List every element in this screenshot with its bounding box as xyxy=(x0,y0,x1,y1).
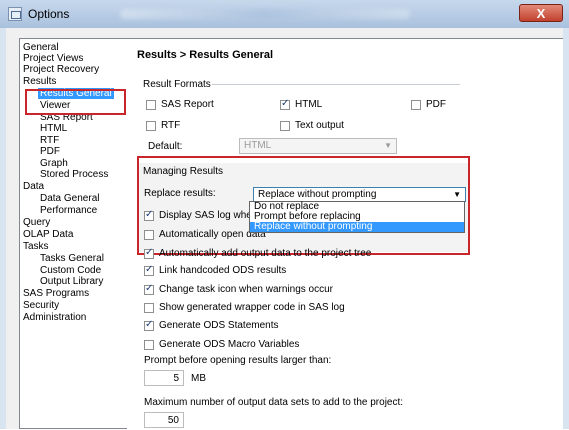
generate-ods-macro-checkbox[interactable]: Generate ODS Macro Variables xyxy=(144,339,299,350)
page-title: Results > Results General xyxy=(137,49,274,61)
default-format-label: Default: xyxy=(148,141,183,152)
nav-item-performance[interactable]: Performance xyxy=(40,205,97,216)
pdf-checkbox-label: PDF xyxy=(426,99,446,110)
auto-add-output-checkbox-label: Automatically add output data to the pro… xyxy=(159,248,372,259)
auto-add-output-checkbox[interactable]: Automatically add output data to the pro… xyxy=(144,247,372,259)
nav-item-tasks[interactable]: Tasks xyxy=(23,241,49,252)
results-general-highlight xyxy=(25,89,126,115)
result-formats-label: Result Formats xyxy=(143,79,211,90)
change-task-icon-checkbox[interactable]: Change task icon when warnings occur xyxy=(144,283,333,295)
show-wrapper-code-checkbox-box[interactable] xyxy=(144,302,154,313)
managing-results-highlight xyxy=(137,156,470,255)
html-checkbox[interactable]: HTML xyxy=(280,98,323,110)
nav-item-results[interactable]: Results xyxy=(23,76,56,87)
change-task-icon-checkbox-label: Change task icon when warnings occur xyxy=(159,284,333,295)
default-format-select[interactable]: HTML ▼ xyxy=(239,138,397,154)
title-bar-blur xyxy=(120,9,410,19)
default-format-value: HTML xyxy=(244,140,272,151)
nav-item-stored-process[interactable]: Stored Process xyxy=(40,169,108,180)
nav-item-sas-programs[interactable]: SAS Programs xyxy=(23,288,89,299)
nav-item-query[interactable]: Query xyxy=(23,217,50,228)
link-ods-results-checkbox-label: Link handcoded ODS results xyxy=(159,265,287,276)
nav-item-data-general[interactable]: Data General xyxy=(40,193,99,204)
prompt-size-input[interactable]: 5 xyxy=(144,370,184,386)
rtf-checkbox-box[interactable] xyxy=(146,120,156,131)
nav-item-olap-data[interactable]: OLAP Data xyxy=(23,229,73,240)
rtf-checkbox[interactable]: RTF xyxy=(146,120,180,131)
html-checkbox-label: HTML xyxy=(295,99,323,110)
generate-ods-macro-checkbox-box[interactable] xyxy=(144,339,154,350)
html-checkbox-box[interactable] xyxy=(280,98,290,110)
prompt-size-unit: MB xyxy=(191,373,206,384)
sas-report-checkbox-box[interactable] xyxy=(146,99,156,110)
link-ods-results-checkbox-box[interactable] xyxy=(144,264,154,276)
nav-item-tasks-general[interactable]: Tasks General xyxy=(40,253,104,264)
nav-item-administration[interactable]: Administration xyxy=(23,312,86,323)
show-wrapper-code-checkbox[interactable]: Show generated wrapper code in SAS log xyxy=(144,302,345,313)
generate-ods-statements-checkbox[interactable]: Generate ODS Statements xyxy=(144,319,279,331)
sas-report-checkbox-label: SAS Report xyxy=(161,99,214,110)
rtf-checkbox-label: RTF xyxy=(161,120,181,131)
window-title: Options xyxy=(28,7,70,21)
pdf-checkbox[interactable]: PDF xyxy=(411,99,446,110)
close-button[interactable]: X xyxy=(519,4,563,22)
nav-item-data[interactable]: Data xyxy=(23,181,44,192)
nav-item-custom-code[interactable]: Custom Code xyxy=(40,265,101,276)
nav-item-project-views[interactable]: Project Views xyxy=(23,53,83,64)
result-formats-divider xyxy=(212,84,460,85)
generate-ods-macro-checkbox-label: Generate ODS Macro Variables xyxy=(159,339,300,350)
auto-add-output-checkbox-box[interactable] xyxy=(144,247,154,259)
nav-item-security[interactable]: Security xyxy=(23,300,59,311)
nav-item-rtf[interactable]: RTF xyxy=(40,135,59,146)
max-datasets-input[interactable]: 50 xyxy=(144,412,184,428)
title-bar: Options X xyxy=(0,0,569,28)
text-output-checkbox-label: Text output xyxy=(295,120,344,131)
nav-item-html[interactable]: HTML xyxy=(40,123,67,134)
max-datasets-label: Maximum number of output data sets to ad… xyxy=(144,397,404,408)
link-ods-results-checkbox[interactable]: Link handcoded ODS results xyxy=(144,264,287,276)
chevron-down-icon: ▼ xyxy=(384,141,392,150)
show-wrapper-code-checkbox-label: Show generated wrapper code in SAS log xyxy=(159,302,345,313)
nav-item-graph[interactable]: Graph xyxy=(40,158,68,169)
pdf-checkbox-box[interactable] xyxy=(411,99,421,110)
nav-item-pdf[interactable]: PDF xyxy=(40,146,60,157)
sas-report-checkbox[interactable]: SAS Report xyxy=(146,99,214,110)
change-task-icon-checkbox-box[interactable] xyxy=(144,283,154,295)
nav-item-project-recovery[interactable]: Project Recovery xyxy=(23,64,99,75)
prompt-size-label: Prompt before opening results larger tha… xyxy=(144,355,332,366)
generate-ods-statements-checkbox-label: Generate ODS Statements xyxy=(159,320,279,331)
nav-item-general[interactable]: General xyxy=(23,42,59,53)
nav-item-output-library[interactable]: Output Library xyxy=(40,276,103,287)
text-output-checkbox[interactable]: Text output xyxy=(280,120,344,131)
generate-ods-statements-checkbox-box[interactable] xyxy=(144,319,154,331)
options-icon xyxy=(8,7,22,21)
text-output-checkbox-box[interactable] xyxy=(280,120,290,131)
